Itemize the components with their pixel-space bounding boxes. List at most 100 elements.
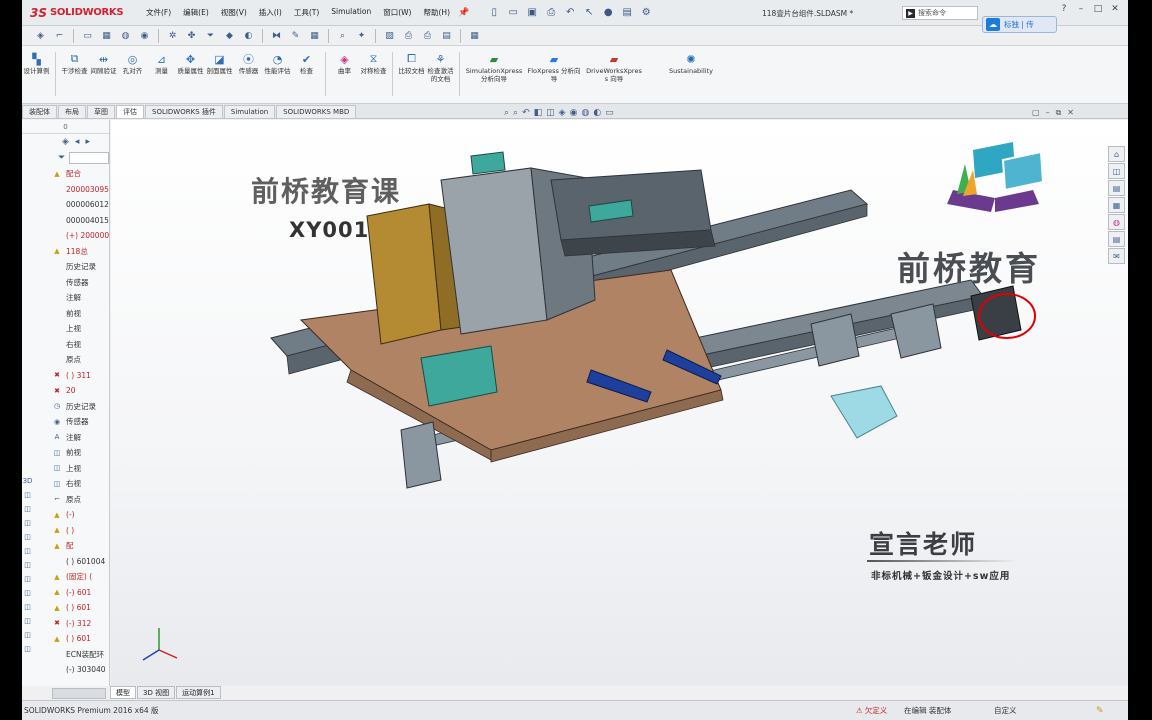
tree-item[interactable]: ⌐ 原点 bbox=[52, 492, 109, 508]
tab-addins[interactable]: SOLIDWORKS 插件 bbox=[145, 105, 223, 118]
tree-item[interactable]: 000006012 bbox=[52, 197, 109, 213]
tb-monitor-icon[interactable]: ▭ bbox=[79, 28, 96, 44]
home-icon[interactable]: ⌂ bbox=[1108, 146, 1125, 162]
tree-item[interactable]: ▲ (-) bbox=[52, 507, 109, 523]
tree-item[interactable]: ECN装配环 bbox=[52, 647, 109, 663]
cmd-symmetry[interactable]: ⧖ 对称检查 bbox=[360, 52, 387, 76]
minimize-icon[interactable]: – bbox=[1074, 4, 1088, 14]
menu-simulation[interactable]: Simulation bbox=[327, 7, 375, 18]
part-icon[interactable]: ◫ bbox=[22, 615, 33, 626]
appearances-icon[interactable]: ◍ bbox=[1108, 214, 1125, 230]
tb-sketch-icon[interactable]: ⌐ bbox=[51, 28, 68, 44]
close-icon[interactable]: ✕ bbox=[1108, 4, 1122, 14]
part-icon[interactable]: ◫ bbox=[22, 531, 33, 542]
cmd-mass-properties[interactable]: ✥ 质量属性 bbox=[177, 52, 204, 76]
cmd-interference[interactable]: ⧉ 干涉检查 bbox=[61, 52, 88, 76]
tab-simulation[interactable]: Simulation bbox=[223, 105, 276, 118]
cmd-performance[interactable]: ◔ 性能评估 bbox=[264, 52, 291, 76]
tree-item[interactable]: ◷ 历史记录 bbox=[52, 399, 109, 415]
viewport-split-icon[interactable]: ▢ bbox=[1032, 108, 1040, 118]
tb-puzzle-icon[interactable]: ✤ bbox=[183, 28, 200, 44]
file-properties-icon[interactable]: ▤ bbox=[618, 4, 636, 22]
tab-evaluate[interactable]: 评估 bbox=[116, 105, 144, 118]
part-icon[interactable]: ◫ bbox=[22, 601, 33, 612]
view-settings-icon[interactable]: ▭ bbox=[605, 108, 614, 118]
tree-item[interactable]: ◉ 传感器 bbox=[52, 414, 109, 430]
cmd-measure[interactable]: ⊿ 测量 bbox=[148, 52, 175, 76]
menu-edit[interactable]: 编辑(E) bbox=[179, 7, 213, 18]
tab-sketch[interactable]: 草图 bbox=[87, 105, 115, 118]
tb-layers-icon[interactable]: ▤ bbox=[438, 28, 455, 44]
hide-show-icon[interactable]: ◉ bbox=[570, 108, 578, 118]
feature-manager-icon[interactable]: ◈ bbox=[62, 137, 69, 147]
tree-item[interactable]: ▲ ( ) 601 bbox=[52, 600, 109, 616]
tb-globe-icon[interactable]: ◍ bbox=[117, 28, 134, 44]
tb-funnel-icon[interactable]: ⏷ bbox=[202, 28, 219, 44]
tb-bulb-icon[interactable]: ◐ bbox=[240, 28, 257, 44]
scene-icon[interactable]: ◐ bbox=[593, 108, 601, 118]
tb-mirror-icon[interactable]: ⧓ bbox=[268, 28, 285, 44]
tab-layout[interactable]: 布局 bbox=[58, 105, 86, 118]
tb-shape-icon[interactable]: ◆ bbox=[221, 28, 238, 44]
tree-item[interactable]: ▲ (固定) ( bbox=[52, 569, 109, 585]
tree-item[interactable]: ( ) 601004 bbox=[52, 554, 109, 570]
viewport-minimize-icon[interactable]: – bbox=[1046, 108, 1050, 118]
cmd-design-study[interactable]: ▚ 设计算例 bbox=[23, 52, 50, 76]
tree-left-arrow-icon[interactable]: ◂ bbox=[75, 137, 80, 147]
tb-view-icon[interactable]: ◈ bbox=[32, 28, 49, 44]
maximize-icon[interactable]: □ bbox=[1091, 4, 1105, 14]
tree-filter-input[interactable] bbox=[69, 152, 109, 164]
tb-printer-icon[interactable]: ⎙ bbox=[419, 28, 436, 44]
tree-item[interactable]: ◫ 前视 bbox=[52, 445, 109, 461]
tree-item[interactable]: ✖ (-) 312 bbox=[52, 616, 109, 632]
tree-scrollbar[interactable] bbox=[52, 688, 106, 699]
search-scope-icon[interactable]: ▶ bbox=[906, 8, 915, 18]
tree-item[interactable]: 传感器 bbox=[52, 275, 109, 291]
tree-item[interactable]: ▲ 118总 bbox=[52, 244, 109, 260]
pin-menu-icon[interactable]: 📌 bbox=[458, 8, 469, 18]
tree-item[interactable]: ✖ ( ) 311 bbox=[52, 368, 109, 384]
part-icon[interactable]: ◫ bbox=[22, 587, 33, 598]
cmd-simulationxpress[interactable]: ▰ SimulationXpress 分析向导 bbox=[465, 52, 523, 83]
resources-icon[interactable]: ◫ bbox=[1108, 163, 1125, 179]
tb-image-icon[interactable]: ▨ bbox=[381, 28, 398, 44]
menu-insert[interactable]: 插入(I) bbox=[255, 7, 286, 18]
menu-file[interactable]: 文件(F) bbox=[142, 7, 175, 18]
part-icon[interactable]: ◫ bbox=[22, 489, 33, 500]
tree-item[interactable]: 历史记录 bbox=[52, 259, 109, 275]
solidworks-logo[interactable]: 3S SOLIDWORKS bbox=[22, 0, 128, 26]
previous-view-icon[interactable]: ↶ bbox=[522, 108, 530, 118]
tb-tool-icon[interactable]: ✎ bbox=[287, 28, 304, 44]
cmd-check[interactable]: ✔ 检查 bbox=[293, 52, 320, 76]
select-arrow-icon[interactable]: ↖ bbox=[580, 4, 598, 22]
tree-item[interactable]: ▲ (-) 601 bbox=[52, 585, 109, 601]
save-icon[interactable]: ▣ bbox=[523, 4, 541, 22]
cmd-floxpress[interactable]: ▰ FloXpress 分析向导 bbox=[525, 52, 583, 83]
tb-settings-icon[interactable]: ✦ bbox=[353, 28, 370, 44]
section-view-icon[interactable]: ◧ bbox=[534, 108, 543, 118]
tab-motion-study[interactable]: 运动算例1 bbox=[176, 686, 221, 699]
cmd-clearance[interactable]: ⇹ 间隙验证 bbox=[90, 52, 117, 76]
custom-properties-icon[interactable]: ▤ bbox=[1108, 231, 1125, 247]
zoom-fit-icon[interactable]: ⌕ bbox=[504, 108, 509, 118]
cmd-sustainability[interactable]: ✺ Sustainability bbox=[662, 52, 720, 76]
tree-item[interactable]: A 注解 bbox=[52, 430, 109, 446]
forum-icon[interactable]: ✉ bbox=[1108, 248, 1125, 264]
part-icon[interactable]: ◫ bbox=[22, 643, 33, 654]
zoom-area-icon[interactable]: ⌕ bbox=[513, 108, 518, 118]
filter-icon[interactable]: ⏷ bbox=[58, 153, 65, 163]
tree-item[interactable]: ▲ ( ) bbox=[52, 523, 109, 539]
search-commands-box[interactable]: ▶ 搜索命令 bbox=[902, 6, 978, 20]
tab-mbd[interactable]: SOLIDWORKS MBD bbox=[276, 105, 357, 118]
cmd-compare[interactable]: ⧠ 比较文档 bbox=[398, 52, 425, 76]
rebuild-icon[interactable]: ● bbox=[599, 4, 617, 22]
quick-tips-icon[interactable]: ✎ bbox=[1096, 706, 1104, 716]
tree-item[interactable]: ◫ 右视 bbox=[52, 476, 109, 492]
tree-item[interactable]: ◫ 上视 bbox=[52, 461, 109, 477]
tree-item[interactable]: 200003095 bbox=[52, 182, 109, 198]
part-icon[interactable]: ◫ bbox=[22, 517, 33, 528]
tb-grid-icon[interactable]: ▦ bbox=[98, 28, 115, 44]
tab-3d-views[interactable]: 3D 视图 bbox=[137, 686, 176, 699]
tab-model[interactable]: 模型 bbox=[110, 686, 136, 699]
tree-item[interactable]: 上视 bbox=[52, 321, 109, 337]
